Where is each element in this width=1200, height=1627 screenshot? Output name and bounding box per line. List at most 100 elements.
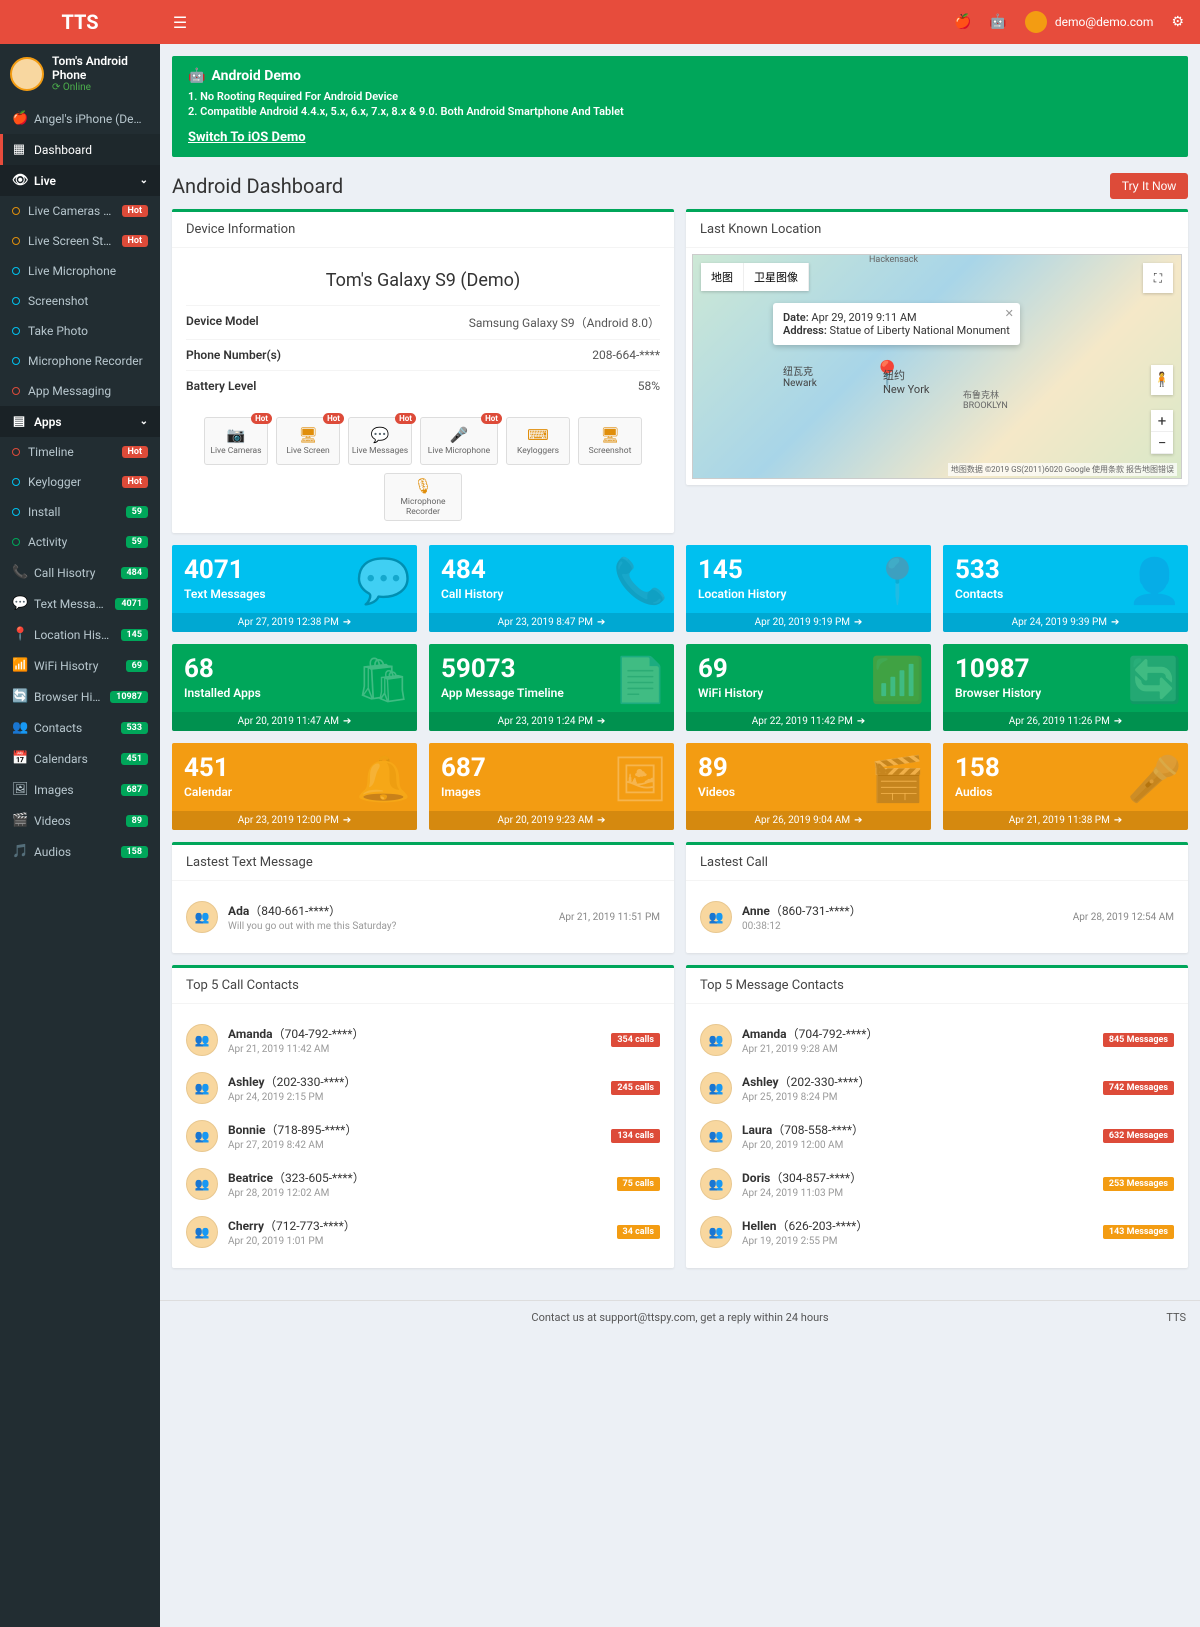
map-btn-satellite[interactable]: 卫星图像 bbox=[744, 263, 809, 291]
sidebar-item-8[interactable]: 🎬 Videos 89 bbox=[0, 805, 160, 836]
stat-box[interactable]: 🎤 158 Audios Apr 21, 2019 11:38 PM ➔ bbox=[943, 743, 1188, 830]
live-btn-icon: 📷 bbox=[227, 426, 246, 444]
apple-icon[interactable]: 🍎 bbox=[954, 14, 971, 30]
stat-footer[interactable]: Apr 20, 2019 11:47 AM ➔ bbox=[172, 712, 417, 731]
close-icon[interactable]: ✕ bbox=[1005, 307, 1014, 320]
sidebar-item-6[interactable]: 📅 Calendars 451 bbox=[0, 743, 160, 774]
live-button-2[interactable]: Hot 💬 Live Messages bbox=[348, 417, 412, 465]
sidebar-item-live-5[interactable]: Microphone Recorder bbox=[0, 346, 160, 376]
user-menu[interactable]: demo@demo.com bbox=[1025, 11, 1154, 33]
stat-box[interactable]: 📄 59073 App Message Timeline Apr 23, 201… bbox=[429, 644, 674, 731]
sidebar-item-live-0[interactable]: Live Cameras Stream Hot bbox=[0, 196, 160, 226]
live-button-0[interactable]: Hot 📷 Live Cameras bbox=[204, 417, 268, 465]
stat-footer[interactable]: Apr 22, 2019 11:42 PM ➔ bbox=[686, 712, 931, 731]
stat-box[interactable]: 🛍 68 Installed Apps Apr 20, 2019 11:47 A… bbox=[172, 644, 417, 731]
sidebar-item-0[interactable]: 📞 Call Hisotry 484 bbox=[0, 557, 160, 588]
stat-footer[interactable]: Apr 27, 2019 12:38 PM ➔ bbox=[172, 613, 417, 632]
menu-icon: 💬 bbox=[12, 596, 26, 611]
sidebar-item-apps-1[interactable]: Keylogger Hot bbox=[0, 467, 160, 497]
sidebar-item-apps-3[interactable]: Activity 59 bbox=[0, 527, 160, 557]
sidebar-item-apps-2[interactable]: Install 59 bbox=[0, 497, 160, 527]
stat-box[interactable]: 📶 69 WiFi History Apr 22, 2019 11:42 PM … bbox=[686, 644, 931, 731]
stat-footer[interactable]: Apr 26, 2019 11:26 PM ➔ bbox=[943, 712, 1188, 731]
arrow-right-icon: ➔ bbox=[343, 815, 351, 826]
arrow-right-icon: ➔ bbox=[597, 815, 605, 826]
list-item[interactable]: 👥 Ashley（202-330-****） Apr 25, 2019 8:24… bbox=[700, 1064, 1174, 1112]
list-item[interactable]: 👥 Hellen（626-203-****） Apr 19, 2019 2:55… bbox=[700, 1208, 1174, 1256]
zoom-out-button[interactable]: − bbox=[1151, 432, 1173, 454]
list-item[interactable]: 👥 Ada（840-661-****） Will you go out with… bbox=[186, 893, 660, 941]
stat-footer[interactable]: Apr 23, 2019 8:47 PM ➔ bbox=[429, 613, 674, 632]
android-icon[interactable]: 🤖 bbox=[989, 14, 1006, 30]
sidebar-item-4[interactable]: 🔄 Browser Hisotry 10987 bbox=[0, 681, 160, 712]
zoom-in-button[interactable]: + bbox=[1151, 410, 1173, 432]
live-button-6[interactable]: 🎙 Microphone Recorder bbox=[384, 473, 462, 521]
stat-box[interactable]: 🎬 89 Videos Apr 26, 2019 9:04 AM ➔ bbox=[686, 743, 931, 830]
live-button-3[interactable]: Hot 🎤 Live Microphone bbox=[420, 417, 498, 465]
avatar: 👥 bbox=[186, 1216, 218, 1248]
map-btn-map[interactable]: 地图 bbox=[701, 263, 744, 291]
sidebar-item-live-2[interactable]: Live Microphone bbox=[0, 256, 160, 286]
stat-box[interactable]: 🔔 451 Calendar Apr 23, 2019 12:00 PM ➔ bbox=[172, 743, 417, 830]
live-button-4[interactable]: ⌨ Keyloggers bbox=[506, 417, 570, 465]
stat-footer[interactable]: Apr 21, 2019 11:38 PM ➔ bbox=[943, 811, 1188, 830]
count-badge: 484 bbox=[121, 567, 149, 579]
sidebar-item-live-6[interactable]: App Messaging bbox=[0, 376, 160, 406]
stat-footer[interactable]: Apr 26, 2019 9:04 AM ➔ bbox=[686, 811, 931, 830]
list-item[interactable]: 👥 Laura（708-558-****） Apr 20, 2019 12:00… bbox=[700, 1112, 1174, 1160]
promo-banner: 🤖 Android Demo 1. No Rooting Required Fo… bbox=[172, 56, 1188, 157]
page-title: Android Dashboard bbox=[172, 174, 343, 198]
sidebar-toggle[interactable]: ☰ bbox=[160, 13, 200, 32]
sidebar-item-apps-0[interactable]: Timeline Hot bbox=[0, 437, 160, 467]
list-item[interactable]: 👥 Bonnie（718-895-****） Apr 27, 2019 8:42… bbox=[186, 1112, 660, 1160]
list-item[interactable]: 👥 Ashley（202-330-****） Apr 24, 2019 2:15… bbox=[186, 1064, 660, 1112]
list-item[interactable]: 👥 Beatrice（323-605-****） Apr 28, 2019 12… bbox=[186, 1160, 660, 1208]
live-button-1[interactable]: Hot 🖥 Live Screen bbox=[276, 417, 340, 465]
sidebar-item-2[interactable]: 📍 Location History 145 bbox=[0, 619, 160, 650]
stat-box[interactable]: 👤 533 Contacts Apr 24, 2019 9:39 PM ➔ bbox=[943, 545, 1188, 632]
menu-icon: 🖼 bbox=[12, 782, 26, 797]
count-badge: 742 Messages bbox=[1103, 1081, 1174, 1095]
sidebar-item-3[interactable]: 📶 WiFi Hisotry 69 bbox=[0, 650, 160, 681]
map[interactable]: 地图 卫星图像 ⛶ 🧍 + − ✕ Date: Apr 29, bbox=[692, 254, 1182, 479]
stat-footer[interactable]: Apr 23, 2019 1:24 PM ➔ bbox=[429, 712, 674, 731]
stat-footer[interactable]: Apr 23, 2019 12:00 PM ➔ bbox=[172, 811, 417, 830]
count-badge: Hot bbox=[122, 476, 148, 488]
list-item[interactable]: 👥 Cherry（712-773-****） Apr 20, 2019 1:01… bbox=[186, 1208, 660, 1256]
count-badge: 145 bbox=[121, 629, 149, 641]
device-panel: Tom's Android Phone ⟳ Online bbox=[0, 44, 160, 103]
sidebar-header-apps[interactable]: ▤ Apps ⌄ bbox=[0, 406, 160, 437]
fullscreen-icon[interactable]: ⛶ bbox=[1143, 263, 1173, 293]
try-it-now-button[interactable]: Try It Now bbox=[1110, 173, 1188, 199]
stat-box[interactable]: 📍 145 Location History Apr 20, 2019 9:19… bbox=[686, 545, 931, 632]
count-badge: 59 bbox=[126, 506, 148, 518]
stat-footer[interactable]: Apr 20, 2019 9:23 AM ➔ bbox=[429, 811, 674, 830]
list-item[interactable]: 👥 Amanda（704-792-****） Apr 21, 2019 11:4… bbox=[186, 1016, 660, 1064]
stat-box[interactable]: 🔄 10987 Browser History Apr 26, 2019 11:… bbox=[943, 644, 1188, 731]
list-item[interactable]: 👥 Doris（304-857-****） Apr 24, 2019 11:03… bbox=[700, 1160, 1174, 1208]
stat-box[interactable]: 💬 4071 Text Messages Apr 27, 2019 12:38 … bbox=[172, 545, 417, 632]
gears-icon[interactable]: ⚙ bbox=[1171, 14, 1184, 30]
brand-logo[interactable]: TTS bbox=[0, 0, 160, 44]
pegman-icon[interactable]: 🧍 bbox=[1151, 365, 1173, 395]
sidebar-item-9[interactable]: 🎵 Audios 158 bbox=[0, 836, 160, 867]
stat-footer[interactable]: Apr 20, 2019 9:19 PM ➔ bbox=[686, 613, 931, 632]
sidebar-item-5[interactable]: 👥 Contacts 533 bbox=[0, 712, 160, 743]
sidebar-item-live-1[interactable]: Live Screen Stream Hot bbox=[0, 226, 160, 256]
live-button-5[interactable]: 🖥 Screenshot bbox=[578, 417, 642, 465]
list-item[interactable]: 👥 Amanda（704-792-****） Apr 21, 2019 9:28… bbox=[700, 1016, 1174, 1064]
sidebar-item-live-3[interactable]: Screenshot bbox=[0, 286, 160, 316]
list-item[interactable]: 👥 Anne（860-731-****） 00:38:12 Apr 28, 20… bbox=[700, 893, 1174, 941]
apps-icon: ▤ bbox=[12, 414, 26, 429]
stat-footer[interactable]: Apr 24, 2019 9:39 PM ➔ bbox=[943, 613, 1188, 632]
sidebar-item-dashboard[interactable]: ▦ Dashboard bbox=[0, 134, 160, 165]
hot-badge: Hot bbox=[395, 413, 416, 424]
sidebar-header-live[interactable]: 👁 Live ⌄ bbox=[0, 165, 160, 196]
switch-ios-link[interactable]: Switch To iOS Demo bbox=[188, 130, 306, 145]
sidebar-item-1[interactable]: 💬 Text Messages 4071 bbox=[0, 588, 160, 619]
stat-box[interactable]: 📞 484 Call History Apr 23, 2019 8:47 PM … bbox=[429, 545, 674, 632]
stat-box[interactable]: 🖼 687 Images Apr 20, 2019 9:23 AM ➔ bbox=[429, 743, 674, 830]
sidebar-item-live-4[interactable]: Take Photo bbox=[0, 316, 160, 346]
sidebar-demo-link[interactable]: 🍎 Angel's iPhone (Demo) bbox=[0, 103, 160, 134]
sidebar-item-7[interactable]: 🖼 Images 687 bbox=[0, 774, 160, 805]
